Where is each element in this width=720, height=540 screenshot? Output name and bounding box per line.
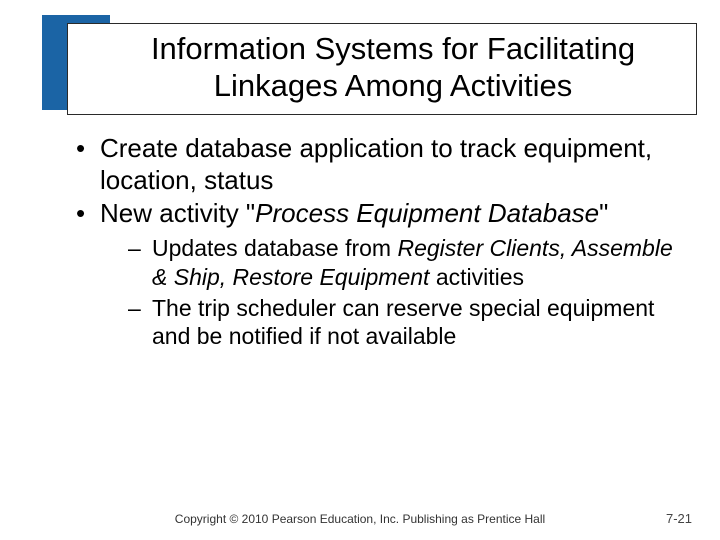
slide: Information Systems for Facilitating Lin… — [0, 0, 720, 540]
title-line-1: Information Systems for Facilitating — [151, 31, 635, 66]
page-number: 7-21 — [666, 511, 692, 526]
sub-bullet-list: Updates database from Register Clients, … — [100, 234, 690, 351]
sub-bullet-item: The trip scheduler can reserve special e… — [126, 294, 690, 352]
title-box: Information Systems for Facilitating Lin… — [67, 23, 697, 115]
bullet-text-post: " — [599, 198, 608, 228]
sub-bullet-post: activities — [429, 264, 524, 290]
bullet-list: Create database application to track equ… — [70, 133, 690, 351]
copyright-footer: Copyright © 2010 Pearson Education, Inc.… — [0, 512, 720, 526]
sub-bullet-text: The trip scheduler can reserve special e… — [152, 295, 654, 350]
slide-header: Information Systems for Facilitating Lin… — [42, 15, 697, 115]
bullet-text-ital: Process Equipment Database — [255, 198, 599, 228]
bullet-text: Create database application to track equ… — [100, 133, 652, 195]
body-content: Create database application to track equ… — [70, 133, 690, 353]
sub-bullet-pre: Updates database from — [152, 235, 397, 261]
bullet-item: Create database application to track equ… — [70, 133, 690, 196]
copyright-text: Copyright © 2010 Pearson Education, Inc.… — [175, 512, 545, 526]
title-line-2: Linkages Among Activities — [214, 68, 572, 103]
page-number-text: 7-21 — [666, 511, 692, 526]
sub-bullet-item: Updates database from Register Clients, … — [126, 234, 690, 292]
bullet-item: New activity "Process Equipment Database… — [70, 198, 690, 351]
slide-title: Information Systems for Facilitating Lin… — [108, 30, 678, 104]
bullet-text-pre: New activity " — [100, 198, 255, 228]
